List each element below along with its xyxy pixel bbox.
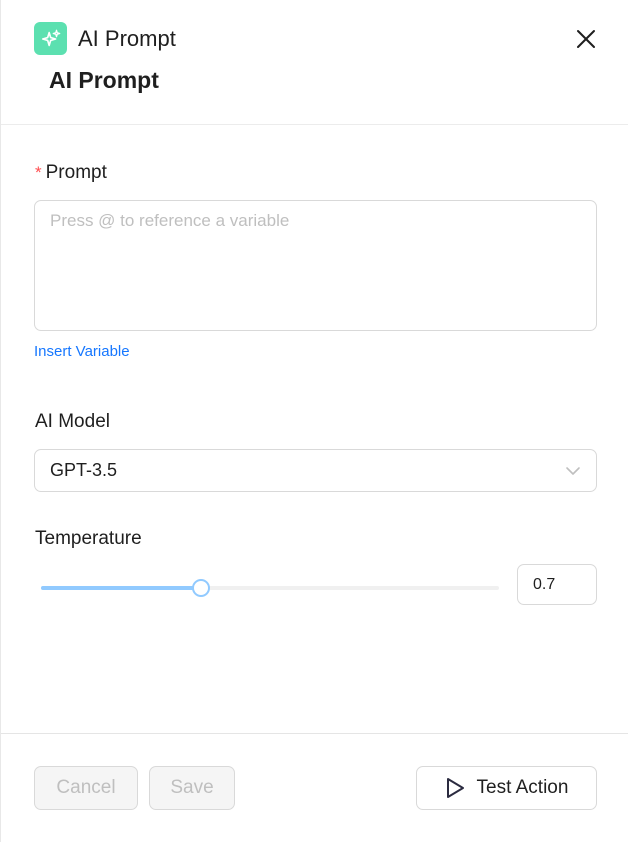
- insert-variable-link[interactable]: Insert Variable: [34, 343, 130, 360]
- step-title: AI Prompt: [49, 67, 159, 93]
- cancel-button[interactable]: Cancel: [34, 766, 138, 810]
- slider-track: [41, 586, 202, 590]
- close-button[interactable]: [573, 26, 599, 52]
- ai-model-select[interactable]: GPT-3.5: [34, 449, 597, 492]
- save-button[interactable]: Save: [149, 766, 235, 810]
- temperature-input[interactable]: [517, 564, 597, 605]
- prompt-input[interactable]: [34, 200, 597, 331]
- temperature-slider[interactable]: [41, 578, 499, 598]
- prompt-label: * Prompt: [35, 162, 107, 184]
- ai-model-selected: GPT-3.5: [50, 460, 118, 480]
- ai-prompt-panel: AI Prompt AI Prompt *Prompt Insert Varia…: [0, 0, 628, 842]
- slider-handle[interactable]: [192, 579, 211, 597]
- prompt-label-text: Prompt: [45, 162, 107, 183]
- chevron-down-icon: [566, 467, 580, 475]
- footer-divider: [1, 733, 628, 734]
- app-title: AI Prompt: [78, 26, 176, 51]
- play-icon: [446, 778, 464, 798]
- sparkles-icon: [34, 22, 67, 55]
- ai-model-label: AI Model: [35, 411, 110, 432]
- close-icon: [577, 30, 595, 48]
- test-action-label: Test Action: [476, 777, 569, 798]
- temperature-label: Temperature: [35, 528, 142, 549]
- test-action-button[interactable]: Test Action: [416, 766, 597, 810]
- panel-header: AI Prompt AI Prompt: [1, 0, 628, 125]
- required-mark: *: [35, 163, 42, 182]
